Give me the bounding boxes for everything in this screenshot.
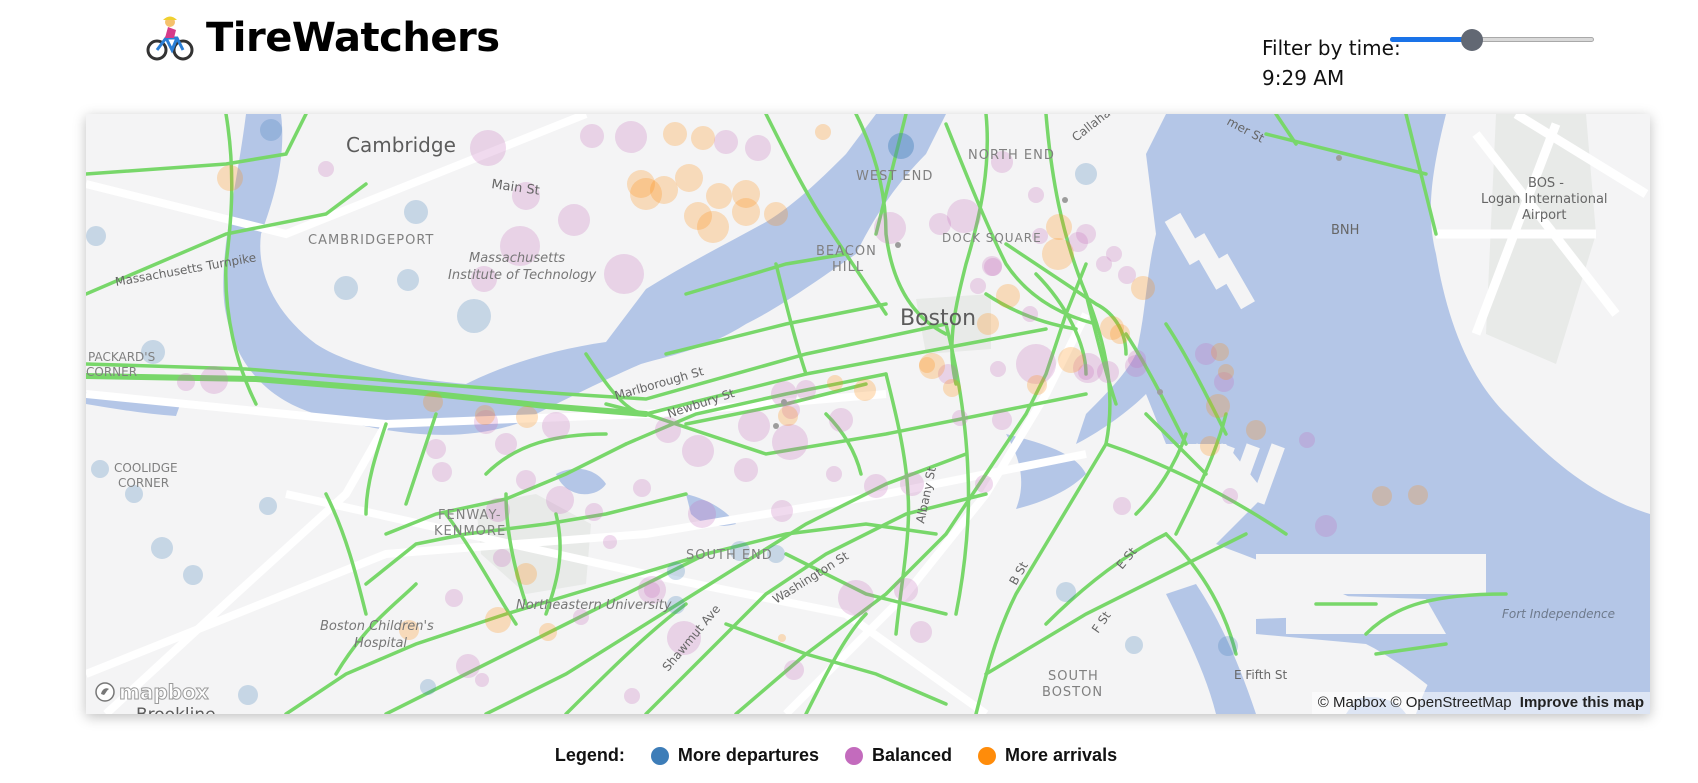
attribution-text[interactable]: © Mapbox © OpenStreetMap [1318,694,1512,711]
mapbox-icon [95,682,115,702]
label-south-boston-2: BOSTON [1042,685,1103,700]
legend-item-departures: More departures [650,745,819,766]
improve-map-link[interactable]: Improve this map [1520,694,1644,711]
app-header: TireWatchers Filter by time: 9:29 AM [0,0,1698,110]
legend-label-departures: More departures [677,745,819,765]
label-bos-2: Logan International [1481,192,1608,207]
label-mit-1: Massachusetts [469,251,565,266]
label-cambridge: Cambridge [346,133,456,157]
legend-dot-balanced [844,746,863,765]
label-beacon-hill-2: HILL [832,260,864,275]
label-west-end: WEST END [856,169,933,184]
legend-title: Legend: [554,745,625,765]
label-brookline: Brookline [136,705,216,714]
brand: TireWatchers [146,14,500,62]
label-fenway-1: FENWAY- [438,508,502,523]
label-south-boston-1: SOUTH [1048,669,1099,684]
label-e-fifth: E Fifth St [1234,668,1288,682]
app-title: TireWatchers [206,15,500,61]
label-coolidge-2: CORNER [118,476,169,490]
map-canvas[interactable]: Cambridge CAMBRIDGEPORT Massachusetts In… [86,114,1650,714]
legend-label-arrivals: More arrivals [1005,745,1118,765]
slider-thumb[interactable] [1461,29,1483,51]
label-packards-1: PACKARD'S [88,350,155,364]
label-packards-2: CORNER [86,365,137,379]
mapbox-logo[interactable]: mapbox [94,680,210,705]
label-bnh: BNH [1331,223,1359,238]
label-bos-3: Airport [1522,208,1567,223]
label-dock-square: DOCK SQUARE [942,231,1042,245]
label-fenway-2: KENMORE [434,524,506,539]
label-childrens-2: Hospital [354,636,407,651]
label-beacon-hill-1: BEACON [816,244,877,259]
time-slider[interactable] [1390,29,1594,51]
label-cambridgeport: CAMBRIDGEPORT [308,233,434,248]
label-northeastern: Northeastern University [516,598,672,613]
label-coolidge-1: COOLIDGE [114,461,178,475]
mapbox-logo-text: mapbox [119,680,210,705]
bicycle-rider-icon [146,16,194,61]
label-north-end: NORTH END [968,148,1055,163]
slider-fill [1390,37,1472,42]
legend-label-balanced: Balanced [871,745,953,765]
label-childrens-1: Boston Children's [320,619,434,634]
legend-dot-departures [650,746,669,765]
filter-time-value: 9:29 AM [1262,66,1345,90]
legend-item-balanced: Balanced [844,745,953,766]
legend-dot-arrivals [978,746,997,765]
map-container[interactable]: Cambridge CAMBRIDGEPORT Massachusetts In… [86,114,1650,714]
filter-label: Filter by time: [1262,36,1401,60]
legend-item-arrivals: More arrivals [978,745,1117,766]
legend: Legend: More departures Balanced More ar… [0,745,1698,766]
map-attribution: © Mapbox © OpenStreetMap Improve this ma… [1311,692,1650,714]
label-mit-2: Institute of Technology [448,268,597,283]
label-fort-independence: Fort Independence [1502,607,1615,621]
label-south-end: SOUTH END [686,548,773,563]
label-boston: Boston [900,306,976,331]
label-bos-1: BOS - [1528,176,1564,191]
